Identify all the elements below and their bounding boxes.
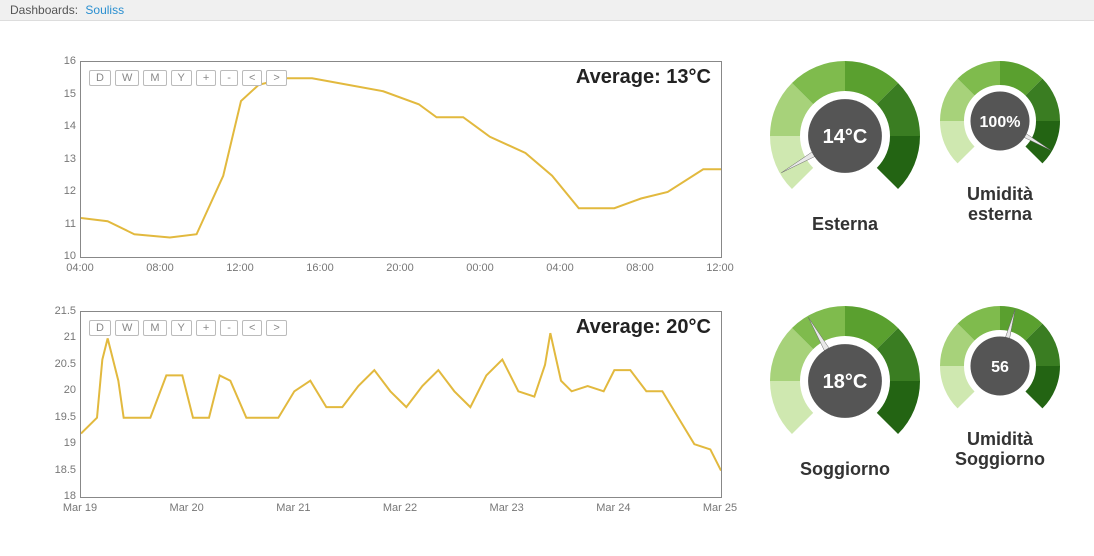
chart-range-button-M[interactable]: M xyxy=(143,70,166,86)
y-tick-label: 19.5 xyxy=(36,411,76,423)
gauge-box: 18°C Soggiorno xyxy=(770,306,920,511)
x-tick-label: 04:00 xyxy=(535,262,585,274)
chart-range-button-zoom-out[interactable]: - xyxy=(220,320,238,336)
top-nav-bar: Dashboards: Souliss xyxy=(0,0,1094,21)
x-tick-label: Mar 20 xyxy=(162,502,212,514)
chart-range-button-D[interactable]: D xyxy=(89,320,111,336)
chart-range-button-zoom-in[interactable]: + xyxy=(196,320,216,336)
gauge-label: Soggiorno xyxy=(800,460,890,480)
x-tick-label: Mar 25 xyxy=(695,502,745,514)
chart-range-button-zoom-in[interactable]: + xyxy=(196,70,216,86)
x-tick-label: 04:00 xyxy=(55,262,105,274)
chart-1: DWMY+-<> Average: 20°C 18 18.5 19 19.5 20 20.5 2… xyxy=(30,311,730,541)
gauge-label: Esterna xyxy=(812,215,878,235)
x-tick-label: 16:00 xyxy=(295,262,345,274)
y-tick-label: 19 xyxy=(36,437,76,449)
x-tick-label: Mar 19 xyxy=(55,502,105,514)
x-tick-label: 08:00 xyxy=(135,262,185,274)
gauge-box: 14°C Esterna xyxy=(770,61,920,266)
x-tick-label: Mar 24 xyxy=(588,502,638,514)
chart-0: DWMY+-<>Average: 13°C1011121314151604:00… xyxy=(30,61,730,301)
y-tick-label: 10 xyxy=(36,250,76,262)
chart-title: Average: 13°C xyxy=(576,66,711,89)
y-tick-label: 15 xyxy=(36,88,76,100)
charts-column: DWMY+-<>Average: 13°C1011121314151604:00… xyxy=(30,61,730,551)
chart-range-button-prev[interactable]: < xyxy=(242,70,262,86)
x-tick-label: 12:00 xyxy=(215,262,265,274)
x-tick-label: Mar 23 xyxy=(482,502,532,514)
x-tick-label: 20:00 xyxy=(375,262,425,274)
gauge-value: 100% xyxy=(980,114,1021,131)
content-area: DWMY+-<>Average: 13°C1011121314151604:00… xyxy=(0,21,1094,551)
gauges-column: 14°C Esterna 100% Umiditàesterna 18°C Soggior… xyxy=(730,61,1094,551)
x-tick-label: 08:00 xyxy=(615,262,665,274)
chart-range-button-W[interactable]: W xyxy=(115,320,139,336)
chart-range-button-next[interactable]: > xyxy=(266,320,286,336)
y-tick-label: 12 xyxy=(36,185,76,197)
gauge-box: 56 UmiditàSoggiorno xyxy=(940,306,1060,511)
gauge-box: 100% Umiditàesterna xyxy=(940,61,1060,266)
dashboard-link-souliss[interactable]: Souliss xyxy=(85,3,124,17)
dashboards-label: Dashboards: xyxy=(10,3,78,17)
x-tick-label: Mar 22 xyxy=(375,502,425,514)
x-tick-label: 00:00 xyxy=(455,262,505,274)
y-tick-label: 11 xyxy=(36,218,76,230)
y-tick-label: 18 xyxy=(36,490,76,502)
y-tick-label: 21 xyxy=(36,331,76,343)
chart-range-button-W[interactable]: W xyxy=(115,70,139,86)
gauge-value: 14°C xyxy=(823,126,868,148)
chart-range-button-next[interactable]: > xyxy=(266,70,286,86)
x-tick-label: Mar 21 xyxy=(268,502,318,514)
gauge-value: 56 xyxy=(991,359,1009,376)
chart-range-button-M[interactable]: M xyxy=(143,320,166,336)
chart-series-line xyxy=(81,333,721,470)
chart-range-button-Y[interactable]: Y xyxy=(171,70,192,86)
y-tick-label: 20 xyxy=(36,384,76,396)
y-tick-label: 21.5 xyxy=(36,305,76,317)
y-tick-label: 16 xyxy=(36,55,76,67)
gauge-value: 18°C xyxy=(823,371,868,393)
gauge-label: Umiditàesterna xyxy=(967,185,1033,225)
y-tick-label: 14 xyxy=(36,120,76,132)
y-tick-label: 20.5 xyxy=(36,358,76,370)
y-tick-label: 18.5 xyxy=(36,464,76,476)
chart-title: Average: 20°C xyxy=(576,316,711,339)
chart-range-button-zoom-out[interactable]: - xyxy=(220,70,238,86)
y-tick-label: 13 xyxy=(36,153,76,165)
chart-range-button-prev[interactable]: < xyxy=(242,320,262,336)
chart-range-button-Y[interactable]: Y xyxy=(171,320,192,336)
chart-series-line xyxy=(81,78,721,237)
chart-range-button-D[interactable]: D xyxy=(89,70,111,86)
gauge-label: UmiditàSoggiorno xyxy=(955,430,1045,470)
x-tick-label: 12:00 xyxy=(695,262,745,274)
